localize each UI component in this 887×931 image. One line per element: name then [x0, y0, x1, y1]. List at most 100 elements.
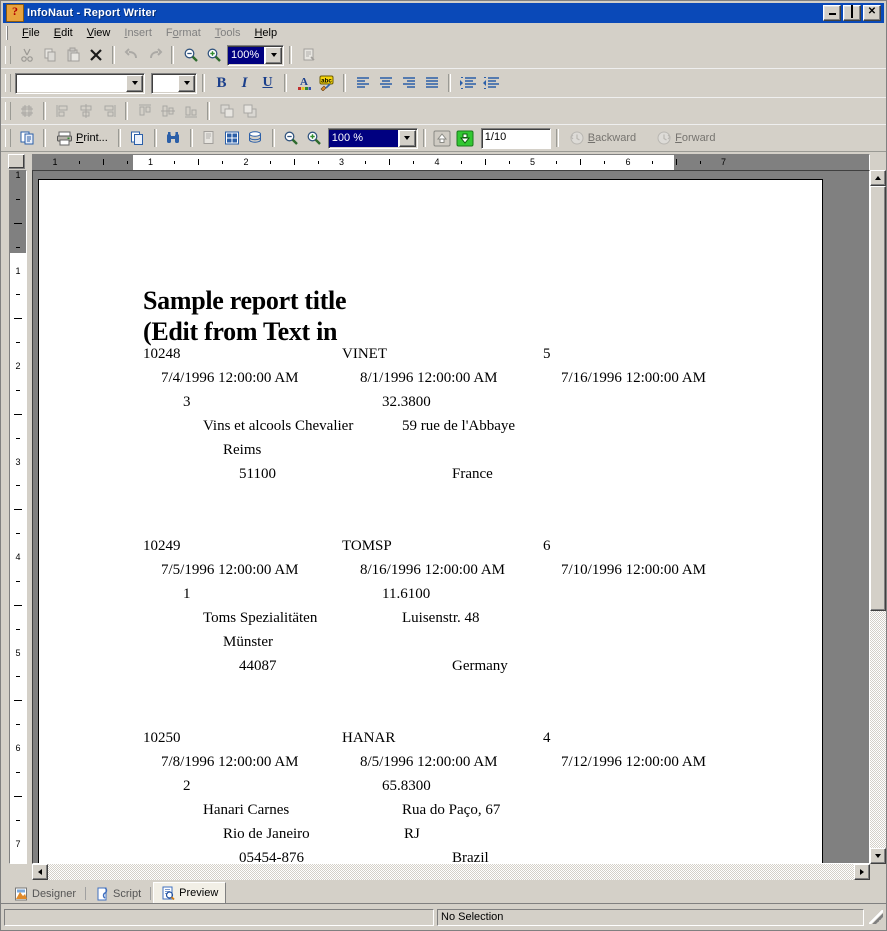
preview-icon	[162, 886, 175, 900]
window-title: InfoNaut - Report Writer	[27, 7, 157, 19]
chevron-down-icon[interactable]	[398, 129, 416, 147]
toolbar-formatting: B I U A abc	[1, 69, 886, 98]
minimize-button[interactable]	[823, 5, 841, 21]
export-icon[interactable]	[244, 127, 267, 149]
field-ship-address: Luisenstr. 48	[402, 610, 480, 626]
ruler-tick	[16, 724, 20, 726]
page-up-icon[interactable]	[431, 127, 454, 149]
toolbar-preview-grip[interactable]	[5, 129, 11, 147]
indent-decrease-icon[interactable]	[479, 72, 502, 94]
paste-icon	[61, 44, 84, 66]
chevron-down-icon[interactable]	[265, 46, 282, 64]
ruler-tick	[14, 318, 22, 320]
preview-canvas[interactable]: Sample report title (Edit from Text in 1…	[32, 170, 870, 864]
ruler-tick	[16, 389, 20, 391]
page-down-icon[interactable]	[454, 127, 477, 149]
tab-script[interactable]: Script	[88, 884, 148, 903]
document-body: 1 1 2 3 4 5 6 7 Sample report title (Edit from …	[1, 170, 886, 864]
page-number-value: 1/10	[484, 130, 507, 143]
toolbar-standard-grip[interactable]	[5, 46, 11, 64]
scroll-up-button[interactable]	[870, 170, 886, 186]
scroll-right-button[interactable]	[854, 864, 870, 880]
zoom-combo-standard-value: 100%	[228, 46, 264, 64]
field-customer-id: VINET	[342, 346, 387, 362]
field-shipped-date: 7/16/1996 12:00:00 AM	[561, 370, 707, 386]
print-button[interactable]: Print...	[51, 127, 113, 149]
vertical-ruler[interactable]: 1 1 2 3 4 5 6 7	[1, 170, 32, 864]
report-title-line2: (Edit from Text in	[143, 317, 338, 346]
snap-to-grid-icon	[15, 100, 38, 122]
menu-help[interactable]: Help	[247, 25, 284, 41]
toolbar-separator	[171, 46, 174, 64]
highlight-icon[interactable]: abc	[315, 72, 338, 94]
italic-button[interactable]: I	[233, 72, 256, 94]
field-employee-id: 4	[543, 730, 551, 746]
preview-zoom-in-icon[interactable]	[303, 127, 326, 149]
font-name-combo[interactable]	[15, 72, 145, 94]
toolbar-separator	[189, 129, 193, 147]
font-size-combo[interactable]	[151, 72, 197, 94]
copy-icon[interactable]	[126, 127, 149, 149]
left-margin-zone[interactable]	[33, 155, 134, 171]
menu-view[interactable]: View	[80, 25, 118, 41]
svg-text:abc: abc	[321, 78, 332, 85]
horizontal-scrollbar[interactable]	[32, 864, 870, 881]
align-center-icon[interactable]	[374, 72, 397, 94]
align-right-icon[interactable]	[397, 72, 420, 94]
toolbar-separator	[125, 102, 128, 120]
page-number-field[interactable]: 1/10	[480, 127, 551, 149]
ruler-tick	[16, 198, 20, 200]
designer-icon	[15, 887, 27, 900]
toolbar-formatting-grip[interactable]	[5, 74, 11, 92]
bold-button[interactable]: B	[210, 72, 233, 94]
menubar-grip[interactable]	[6, 26, 12, 40]
preview-zoom-out-icon[interactable]	[280, 127, 303, 149]
status-bar: No Selection	[1, 904, 886, 930]
multi-page-icon[interactable]	[221, 127, 244, 149]
align-left-icon[interactable]	[351, 72, 374, 94]
find-binoculars-icon[interactable]	[162, 127, 185, 149]
zoom-in-icon[interactable]	[202, 44, 225, 66]
scroll-down-button[interactable]	[870, 848, 886, 864]
field-order-id: 10249	[143, 538, 181, 554]
zoom-out-icon[interactable]	[179, 44, 202, 66]
page-setup-icon[interactable]	[15, 127, 38, 149]
vertical-scroll-track[interactable]	[870, 186, 886, 848]
toolbar-layout-grip[interactable]	[5, 102, 11, 120]
preview-zoom-combo[interactable]: 100 %	[327, 127, 418, 149]
chevron-down-icon[interactable]	[126, 74, 143, 92]
chevron-down-icon[interactable]	[178, 74, 195, 92]
field-ship-address: 59 rue de l'Abbaye	[402, 418, 516, 434]
font-color-icon[interactable]: A	[292, 72, 315, 94]
menu-file[interactable]: File	[15, 25, 47, 41]
field-ship-city: Rio de Janeiro	[223, 826, 310, 842]
top-margin-zone[interactable]	[10, 171, 26, 254]
align-justify-icon[interactable]	[420, 72, 443, 94]
field-required-date: 8/16/1996 12:00:00 AM	[360, 562, 506, 578]
ruler-tick	[14, 700, 22, 702]
tab-preview[interactable]: Preview	[153, 882, 227, 903]
underline-button[interactable]: U	[256, 72, 279, 94]
delete-icon[interactable]	[84, 44, 107, 66]
vertical-scroll-thumb[interactable]	[870, 186, 886, 611]
resize-grip[interactable]	[869, 910, 883, 924]
ruler-tick-label: 3	[338, 157, 345, 167]
align-bottom-edges-icon	[179, 100, 202, 122]
zoom-combo-standard[interactable]: 100%	[227, 44, 284, 66]
right-margin-zone[interactable]	[673, 155, 869, 171]
scroll-left-button[interactable]	[32, 864, 48, 880]
tab-designer[interactable]: Designer	[7, 884, 83, 903]
menu-tools: Tools	[214, 27, 241, 39]
vertical-scrollbar[interactable]	[870, 170, 886, 864]
close-button[interactable]: ✕	[863, 5, 881, 21]
indent-increase-icon[interactable]	[456, 72, 479, 94]
ruler-tick	[580, 159, 582, 165]
horizontal-scroll-track[interactable]	[48, 864, 854, 880]
ruler-tick	[222, 161, 224, 164]
ruler-corner-button[interactable]	[1, 153, 32, 170]
ruler-tick	[14, 222, 22, 224]
field-ship-via: 3	[183, 394, 191, 410]
menu-edit[interactable]: Edit	[47, 25, 80, 41]
maximize-button[interactable]	[843, 5, 861, 21]
forward-button-label: Forward	[675, 132, 716, 144]
